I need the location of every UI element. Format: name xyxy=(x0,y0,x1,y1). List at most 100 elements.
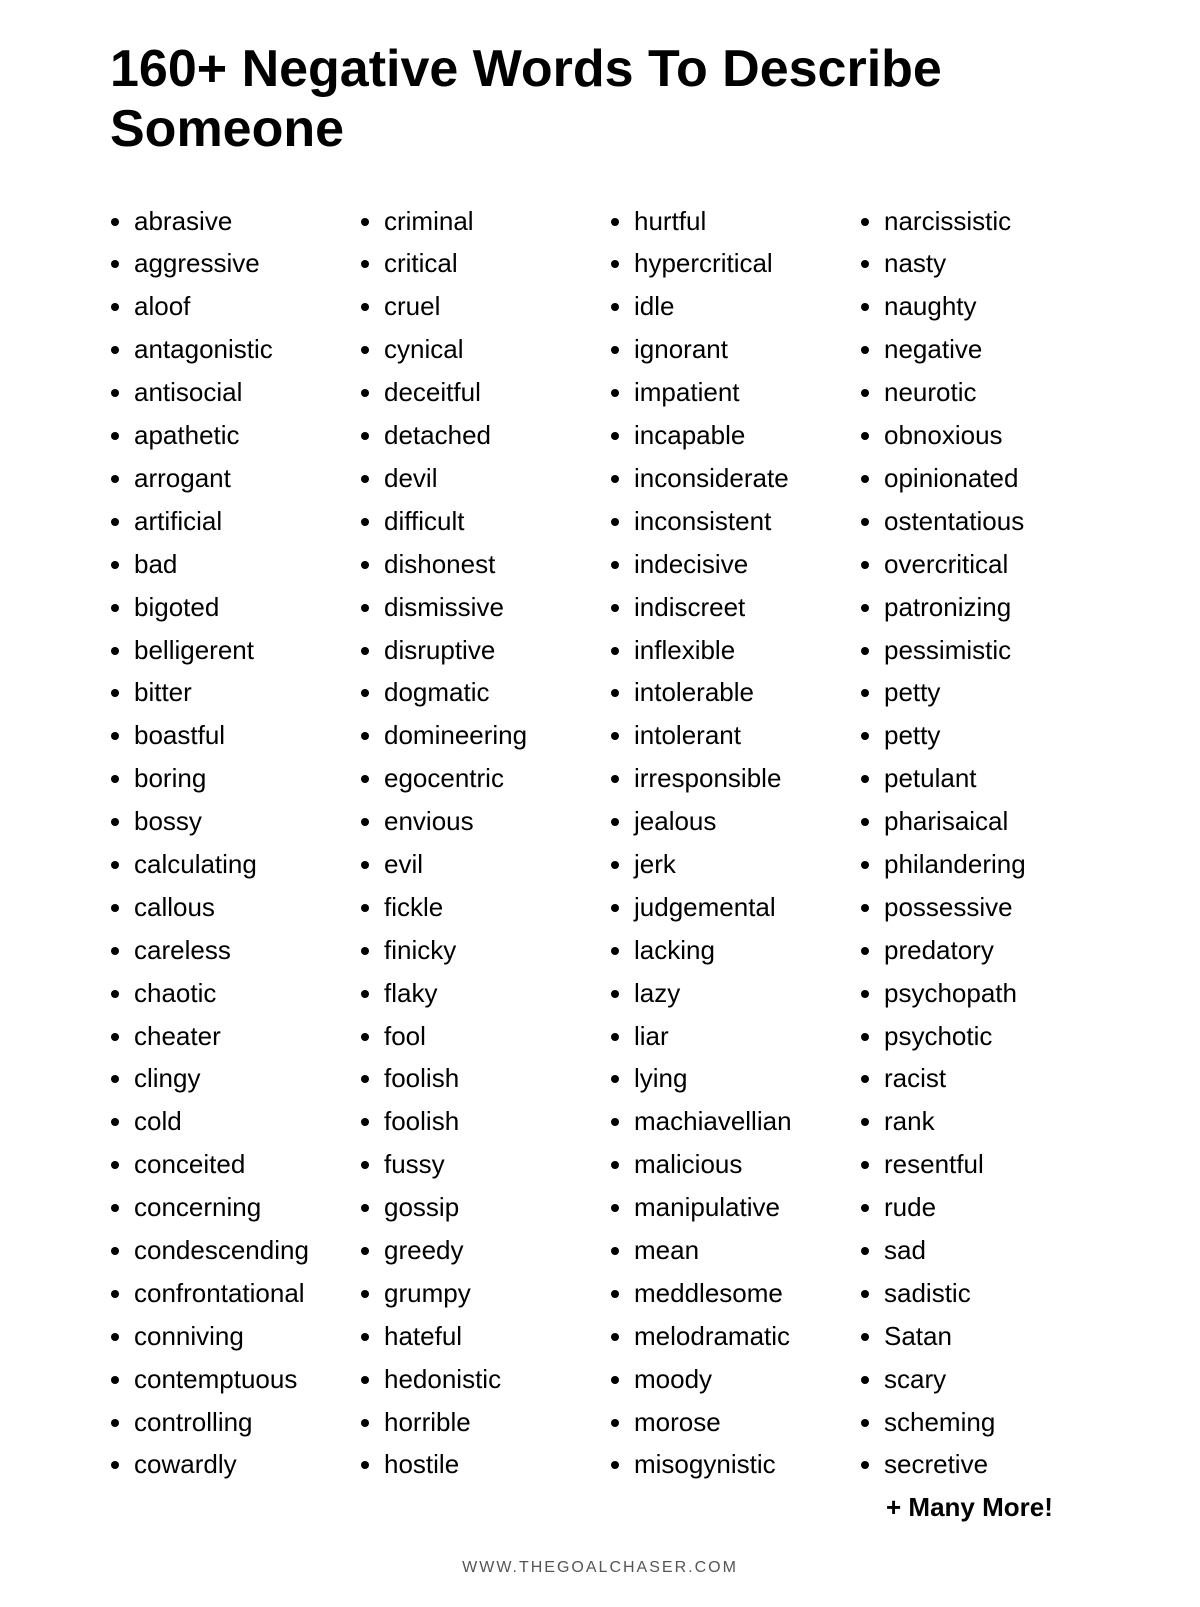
list-item: artificial xyxy=(134,500,340,543)
list-item: flaky xyxy=(384,972,590,1015)
list-item: lying xyxy=(634,1057,840,1100)
list-item: inflexible xyxy=(634,629,840,672)
list-item: ignorant xyxy=(634,328,840,371)
list-item: calculating xyxy=(134,843,340,886)
list-item: jealous xyxy=(634,800,840,843)
list-item: cruel xyxy=(384,285,590,328)
list-item: hateful xyxy=(384,1315,590,1358)
list-item: boring xyxy=(134,757,340,800)
list-item: overcritical xyxy=(884,543,1090,586)
list-item: philandering xyxy=(884,843,1090,886)
list-item: malicious xyxy=(634,1143,840,1186)
list-item: petulant xyxy=(884,757,1090,800)
list-item: morose xyxy=(634,1401,840,1444)
list-item: intolerable xyxy=(634,671,840,714)
list-item: antagonistic xyxy=(134,328,340,371)
list-item: nasty xyxy=(884,242,1090,285)
list-item: bitter xyxy=(134,671,340,714)
list-item: fool xyxy=(384,1015,590,1058)
list-item: abrasive xyxy=(134,200,340,243)
list-item: evil xyxy=(384,843,590,886)
list-item: psychotic xyxy=(884,1015,1090,1058)
list-item: antisocial xyxy=(134,371,340,414)
list-item: finicky xyxy=(384,929,590,972)
page-container: 160+ Negative Words To Describe Someone … xyxy=(50,0,1150,1607)
list-item: pessimistic xyxy=(884,629,1090,672)
list-item: belligerent xyxy=(134,629,340,672)
list-item: aloof xyxy=(134,285,340,328)
list-item: indecisive xyxy=(634,543,840,586)
list-item: obnoxious xyxy=(884,414,1090,457)
list-item: callous xyxy=(134,886,340,929)
list-item: inconsiderate xyxy=(634,457,840,500)
list-item: clingy xyxy=(134,1057,340,1100)
list-item: resentful xyxy=(884,1143,1090,1186)
list-item: hurtful xyxy=(634,200,840,243)
list-item: ostentatious xyxy=(884,500,1090,543)
list-item: petty xyxy=(884,714,1090,757)
list-item: devil xyxy=(384,457,590,500)
list-item: boastful xyxy=(134,714,340,757)
list-item: mean xyxy=(634,1229,840,1272)
list-item: domineering xyxy=(384,714,590,757)
list-item: scary xyxy=(884,1358,1090,1401)
list-item: contemptuous xyxy=(134,1358,340,1401)
list-item: lacking xyxy=(634,929,840,972)
list-item: detached xyxy=(384,414,590,457)
word-list-3: hurtfulhypercriticalidleignorantimpatien… xyxy=(610,200,840,1487)
list-item: hostile xyxy=(384,1443,590,1486)
list-item: irresponsible xyxy=(634,757,840,800)
list-item: lazy xyxy=(634,972,840,1015)
list-item: machiavellian xyxy=(634,1100,840,1143)
list-item: arrogant xyxy=(134,457,340,500)
list-item: deceitful xyxy=(384,371,590,414)
list-item: chaotic xyxy=(134,972,340,1015)
list-item: opinionated xyxy=(884,457,1090,500)
word-list-1: abrasiveaggressivealoofantagonisticantis… xyxy=(110,200,340,1487)
list-item: impatient xyxy=(634,371,840,414)
word-list-4: narcissisticnastynaughtynegativeneurotic… xyxy=(860,200,1090,1530)
list-item: confrontational xyxy=(134,1272,340,1315)
list-item: aggressive xyxy=(134,242,340,285)
list-item: possessive xyxy=(884,886,1090,929)
list-item: patronizing xyxy=(884,586,1090,629)
list-item: greedy xyxy=(384,1229,590,1272)
footer: WWW.THEGOALCHASER.COM xyxy=(110,1559,1090,1577)
list-item: petty xyxy=(884,671,1090,714)
list-item: sadistic xyxy=(884,1272,1090,1315)
list-item: meddlesome xyxy=(634,1272,840,1315)
list-item: condescending xyxy=(134,1229,340,1272)
list-item: secretive xyxy=(884,1443,1090,1486)
list-item: moody xyxy=(634,1358,840,1401)
list-item: liar xyxy=(634,1015,840,1058)
list-item: concerning xyxy=(134,1186,340,1229)
list-item: difficult xyxy=(384,500,590,543)
list-item: dogmatic xyxy=(384,671,590,714)
list-item: rank xyxy=(884,1100,1090,1143)
list-item: neurotic xyxy=(884,371,1090,414)
column-4: narcissisticnastynaughtynegativeneurotic… xyxy=(860,200,1090,1530)
columns-container: abrasiveaggressivealoofantagonisticantis… xyxy=(110,200,1090,1530)
list-item: disruptive xyxy=(384,629,590,672)
list-item: intolerant xyxy=(634,714,840,757)
list-item: inconsistent xyxy=(634,500,840,543)
list-item: jerk xyxy=(634,843,840,886)
page-title: 160+ Negative Words To Describe Someone xyxy=(110,40,1090,160)
extra-note: + Many More! xyxy=(860,1486,1090,1529)
list-item: pharisaical xyxy=(884,800,1090,843)
list-item: predatory xyxy=(884,929,1090,972)
list-item: idle xyxy=(634,285,840,328)
list-item: manipulative xyxy=(634,1186,840,1229)
list-item: cold xyxy=(134,1100,340,1143)
list-item: scheming xyxy=(884,1401,1090,1444)
list-item: hedonistic xyxy=(384,1358,590,1401)
list-item: controlling xyxy=(134,1401,340,1444)
list-item: foolish xyxy=(384,1057,590,1100)
list-item: critical xyxy=(384,242,590,285)
list-item: apathetic xyxy=(134,414,340,457)
list-item: melodramatic xyxy=(634,1315,840,1358)
list-item: fussy xyxy=(384,1143,590,1186)
list-item: racist xyxy=(884,1057,1090,1100)
list-item: incapable xyxy=(634,414,840,457)
list-item: criminal xyxy=(384,200,590,243)
